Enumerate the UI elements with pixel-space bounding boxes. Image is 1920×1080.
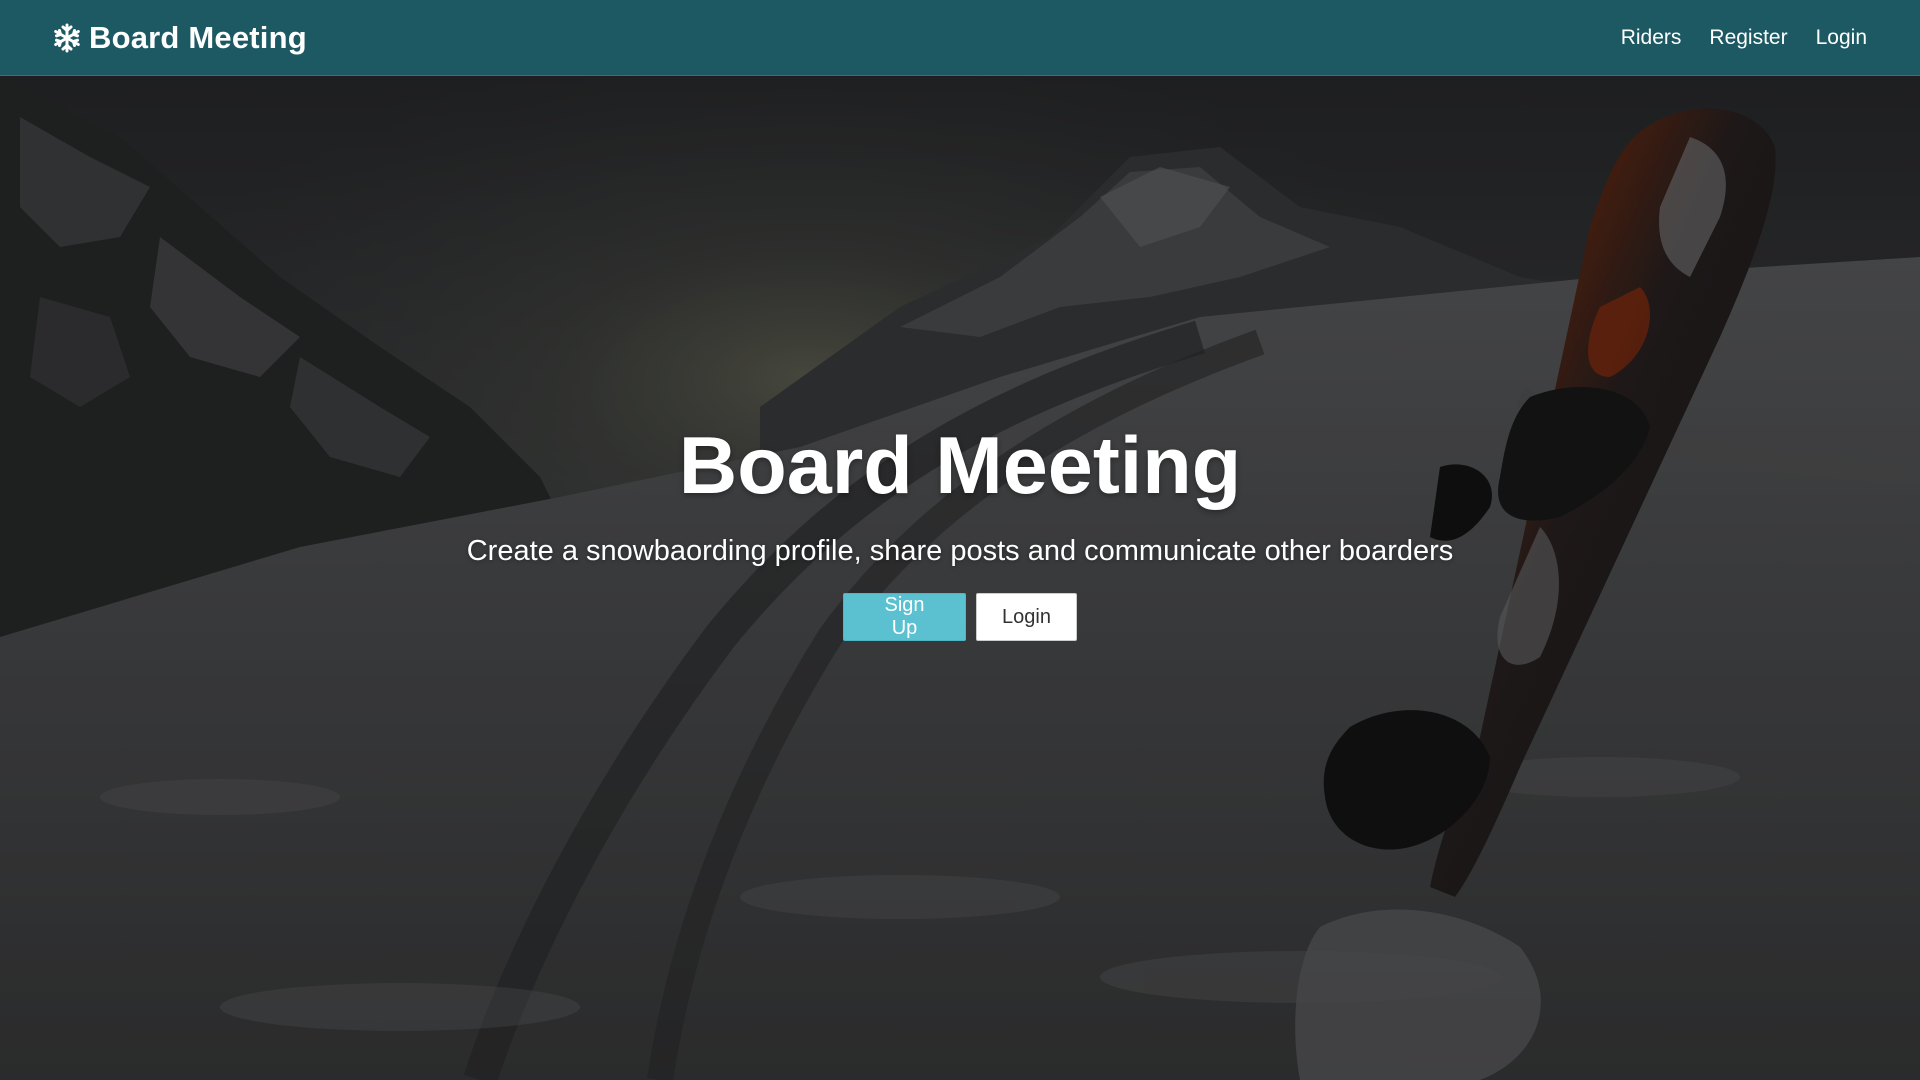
brand-title: Board Meeting [89, 19, 307, 55]
snowflake-icon [51, 22, 83, 54]
nav-links: Riders Register Login [1621, 26, 1867, 50]
hero-title: Board Meeting [678, 421, 1242, 511]
signup-button[interactable]: Sign Up [843, 593, 966, 642]
nav-link-login[interactable]: Login [1816, 26, 1867, 50]
nav-link-register[interactable]: Register [1709, 26, 1787, 50]
nav-link-riders[interactable]: Riders [1621, 26, 1682, 50]
hero-buttons: Sign Up Login [843, 593, 1077, 642]
hero-section: Board Meeting Create a snowbaording prof… [0, 77, 1920, 1080]
brand-link[interactable]: Board Meeting [51, 20, 307, 56]
hero-content: Board Meeting Create a snowbaording prof… [0, 418, 1920, 642]
navbar: Board Meeting Riders Register Login [0, 0, 1920, 76]
login-button[interactable]: Login [976, 593, 1077, 642]
hero-subtitle: Create a snowbaording profile, share pos… [466, 535, 1454, 568]
